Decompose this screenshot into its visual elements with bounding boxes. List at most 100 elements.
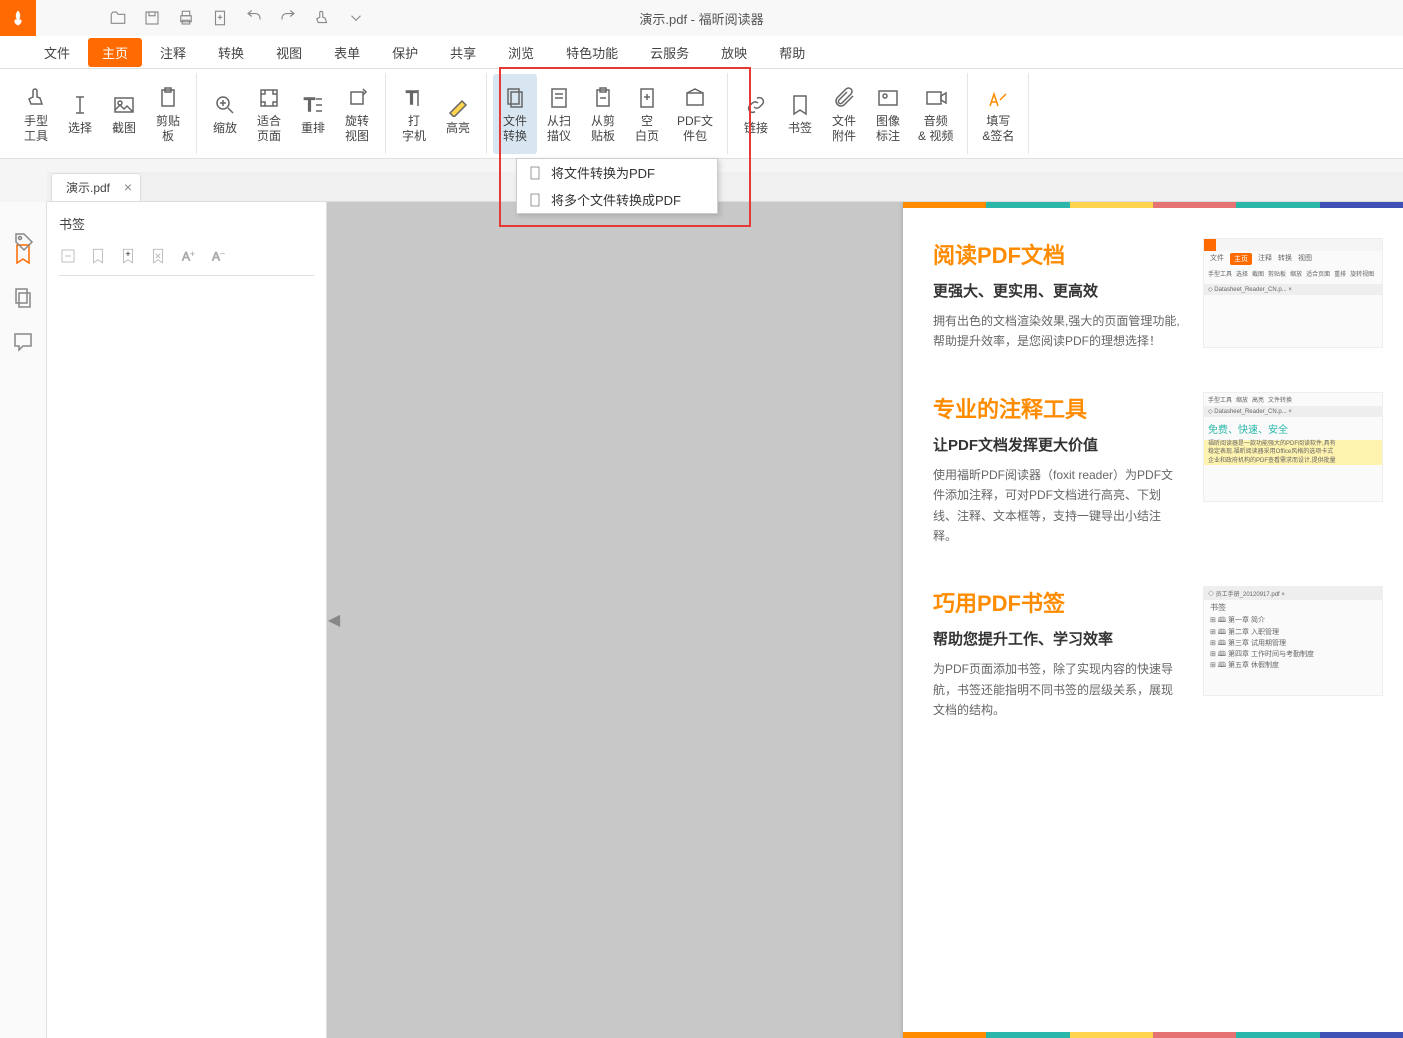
new-doc-icon[interactable] xyxy=(204,2,236,34)
menu-item-7[interactable]: 共享 xyxy=(436,38,490,67)
blank-page-button[interactable]: 空 白页 xyxy=(625,74,669,154)
bookmark-button[interactable]: 书签 xyxy=(778,74,822,154)
window-title: 演示.pdf - 福昕阅读器 xyxy=(639,9,763,28)
content-section-1: 专业的注释工具让PDF文档发挥更大价值使用福昕PDF阅读器（foxit read… xyxy=(903,362,1403,557)
menu-item-8[interactable]: 浏览 xyxy=(494,38,548,67)
section-heading: 专业的注释工具 xyxy=(933,392,1183,424)
menu-item-11[interactable]: 放映 xyxy=(707,38,761,67)
image-icon xyxy=(110,91,138,119)
video-icon xyxy=(922,84,950,112)
section-body: 为PDF页面添加书签，除了实现内容的快速导航，书签还能指明不同书签的层级关系，展… xyxy=(933,659,1183,720)
menu-bar: 文件主页注释转换视图表单保护共享浏览特色功能云服务放映帮助 xyxy=(0,36,1403,69)
section-thumbnail: 手型工具 缩放 高亮 文件转换◇ Datasheet_Reader_CN.p..… xyxy=(1203,392,1383,502)
document-area: 书签 A A ◀ 阅读PDF文档更强大、更实用、更高效拥有出色的文档渲染效果,强… xyxy=(0,202,1403,1038)
section-sub: 让PDF文档发挥更大价值 xyxy=(933,434,1183,455)
attachment-button[interactable]: 文件 附件 xyxy=(822,74,866,154)
menu-item-9[interactable]: 特色功能 xyxy=(552,38,632,67)
section-thumbnail: 文件主页注释转换视图手型工具 选择 截图 剪贴板 缩放 适合页面 重排 旋转视图… xyxy=(1203,238,1383,348)
link-icon xyxy=(742,91,770,119)
section-thumbnail: ◇ 员工手册_20120917.pdf ×书签⊞ 🕮 第一章 简介⊞ 🕮 第二章… xyxy=(1203,586,1383,696)
hand-icon xyxy=(22,84,50,112)
pages-panel-icon[interactable] xyxy=(11,286,35,310)
zoom-icon xyxy=(211,91,239,119)
app-logo-icon xyxy=(0,0,36,36)
document-tab[interactable]: 演示.pdf × xyxy=(51,173,141,201)
fill-sign-button[interactable]: 填写 &签名 xyxy=(974,74,1022,154)
scanner-icon xyxy=(545,84,573,112)
convert-file-to-pdf[interactable]: 将文件转换为PDF xyxy=(517,159,717,186)
link-button[interactable]: 链接 xyxy=(734,74,778,154)
touch-mode-icon[interactable] xyxy=(306,2,338,34)
pdf-viewer: ◀ 阅读PDF文档更强大、更实用、更高效拥有出色的文档渲染效果,强大的页面管理功… xyxy=(327,202,1403,1038)
qat-dropdown-icon[interactable] xyxy=(340,2,372,34)
bookmark-icon xyxy=(786,91,814,119)
section-heading: 巧用PDF书签 xyxy=(933,586,1183,618)
file-icon xyxy=(527,165,543,181)
left-sidebar xyxy=(0,202,47,1038)
from-clipboard-button[interactable]: 从剪 贴板 xyxy=(581,74,625,154)
section-sub: 帮助您提升工作、学习效率 xyxy=(933,628,1183,649)
highlight-button[interactable]: 高亮 xyxy=(436,74,480,154)
bookmark-panel: 书签 A A xyxy=(47,202,327,1038)
new-bookmark-icon[interactable] xyxy=(119,247,139,267)
section-body: 拥有出色的文档渲染效果,强大的页面管理功能,帮助提升效率，是您阅读PDF的理想选… xyxy=(933,311,1183,352)
font-larger-icon[interactable]: A xyxy=(179,247,199,267)
audio-video-button[interactable]: 音频 & 视频 xyxy=(910,74,961,154)
pdf-package-button[interactable]: PDF文 件包 xyxy=(669,74,721,154)
content-section-0: 阅读PDF文档更强大、更实用、更高效拥有出色的文档渲染效果,强大的页面管理功能,… xyxy=(903,208,1403,362)
rotate-view-button[interactable]: 旋转 视图 xyxy=(335,74,379,154)
image-annot-button[interactable]: 图像 标注 xyxy=(866,74,910,154)
screenshot-button[interactable]: 截图 xyxy=(102,74,146,154)
typewriter-button[interactable]: T打 字机 xyxy=(392,74,436,154)
undo-icon[interactable] xyxy=(238,2,270,34)
tab-label: 演示.pdf xyxy=(66,181,110,195)
redo-icon[interactable] xyxy=(272,2,304,34)
page-decor-botbar xyxy=(903,1032,1403,1038)
open-file-icon[interactable] xyxy=(102,2,134,34)
menu-item-12[interactable]: 帮助 xyxy=(765,38,819,67)
reflow-button[interactable]: T重排 xyxy=(291,74,335,154)
convert-multiple-to-pdf[interactable]: 将多个文件转换成PDF xyxy=(517,186,717,213)
expand-all-icon[interactable] xyxy=(59,247,79,267)
menu-item-4[interactable]: 视图 xyxy=(262,38,316,67)
zoom-button[interactable]: 缩放 xyxy=(203,74,247,154)
menu-item-0[interactable]: 文件 xyxy=(30,38,84,67)
document-tabs-row: 演示.pdf × xyxy=(47,172,1403,202)
clipboard-button[interactable]: 剪贴 板 xyxy=(146,74,190,154)
menu-item-10[interactable]: 云服务 xyxy=(636,38,703,67)
collapse-panel-icon[interactable]: ◀ xyxy=(329,600,339,640)
delete-bookmark-icon[interactable] xyxy=(149,247,169,267)
select-button[interactable]: 选择 xyxy=(58,74,102,154)
tag-icon[interactable] xyxy=(12,230,36,254)
file-convert-button[interactable]: 文件 转换 xyxy=(493,74,537,154)
close-tab-icon[interactable]: × xyxy=(124,179,132,195)
img-icon xyxy=(874,84,902,112)
from-scanner-button[interactable]: 从扫 描仪 xyxy=(537,74,581,154)
menu-item-5[interactable]: 表单 xyxy=(320,38,374,67)
typewriter-icon: T xyxy=(400,84,428,112)
comments-panel-icon[interactable] xyxy=(11,330,35,354)
paste-icon xyxy=(589,84,617,112)
blank-icon xyxy=(633,84,661,112)
svg-text:T: T xyxy=(406,88,417,108)
file-icon xyxy=(527,192,543,208)
save-icon[interactable] xyxy=(136,2,168,34)
menu-item-3[interactable]: 转换 xyxy=(204,38,258,67)
text-cursor-icon xyxy=(66,91,94,119)
print-icon[interactable] xyxy=(170,2,202,34)
title-bar: 演示.pdf - 福昕阅读器 xyxy=(0,0,1403,36)
fit-icon xyxy=(255,84,283,112)
menu-item-2[interactable]: 注释 xyxy=(146,38,200,67)
menu-item-1[interactable]: 主页 xyxy=(88,38,142,67)
menu-item-6[interactable]: 保护 xyxy=(378,38,432,67)
rotate-icon xyxy=(343,84,371,112)
fit-page-button[interactable]: 适合 页面 xyxy=(247,74,291,154)
add-bookmark-icon[interactable] xyxy=(89,247,109,267)
package-icon xyxy=(681,84,709,112)
hand-tool-button[interactable]: 手型 工具 xyxy=(14,74,58,154)
svg-text:A: A xyxy=(182,250,190,264)
file-icon xyxy=(501,84,529,112)
quick-access-toolbar xyxy=(102,2,372,34)
font-smaller-icon[interactable]: A xyxy=(209,247,229,267)
clipboard-icon xyxy=(154,84,182,112)
